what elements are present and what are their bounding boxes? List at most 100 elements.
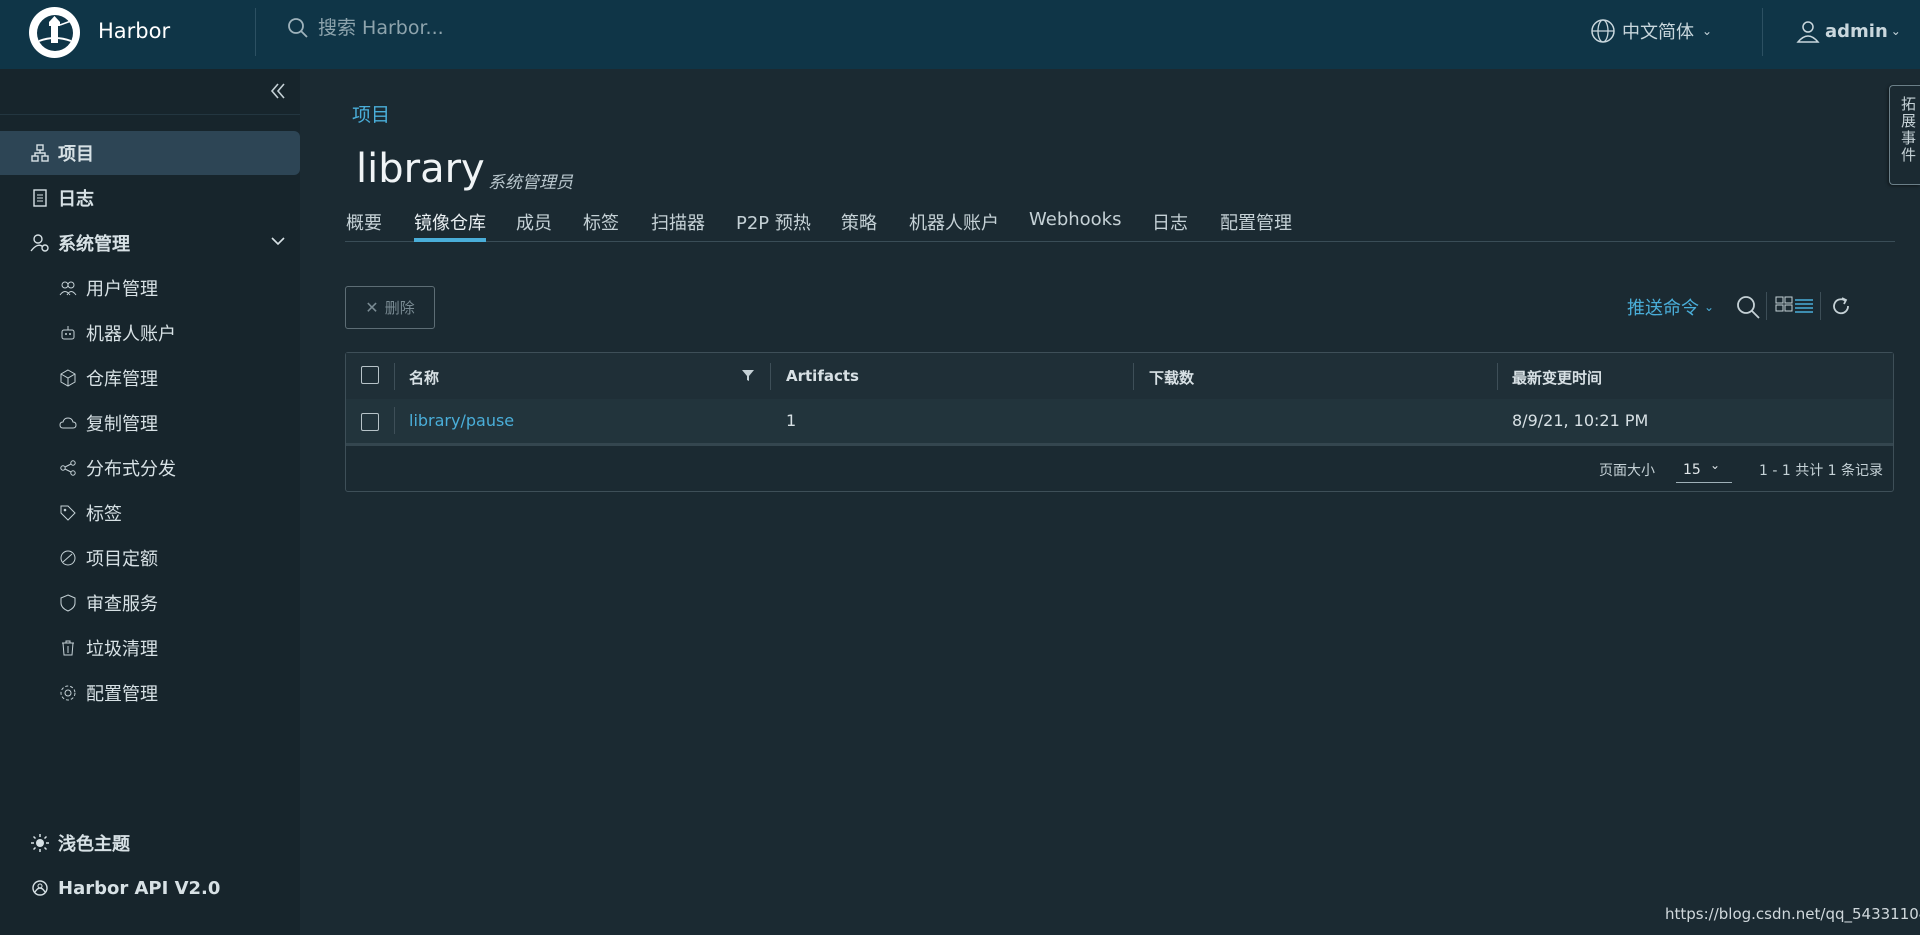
- row-checkbox[interactable]: [361, 413, 379, 431]
- search-input[interactable]: [316, 16, 620, 40]
- tab-summary[interactable]: 概要: [346, 209, 382, 235]
- sidebar-item-users[interactable]: 用户管理: [0, 266, 300, 310]
- breadcrumb[interactable]: 项目: [352, 100, 390, 127]
- chevron-down-icon: [270, 233, 286, 254]
- sidebar-item-registries[interactable]: 仓库管理: [0, 356, 300, 400]
- username: admin: [1825, 20, 1888, 42]
- user-icon: [1796, 21, 1820, 43]
- side-drawer-label: 拓展事件: [1899, 96, 1917, 164]
- shield-icon: [58, 593, 78, 613]
- sidebar-item-label: 标签: [86, 504, 122, 525]
- tab-logs[interactable]: 日志: [1152, 209, 1188, 235]
- delete-button[interactable]: ✕ 删除: [345, 286, 435, 329]
- trash-icon: [58, 638, 78, 658]
- registry-icon: [58, 368, 78, 388]
- pagination-summary: 1 - 1 共计 1 条记录: [1759, 463, 1884, 479]
- card-view-icon[interactable]: [1775, 296, 1793, 316]
- sidebar-item-admin[interactable]: 系统管理: [0, 221, 300, 265]
- language-label: 中文简体: [1622, 22, 1694, 43]
- select-all-checkbox[interactable]: [361, 366, 379, 384]
- sidebar-item-distributions[interactable]: 分布式分发: [0, 446, 300, 490]
- api-explorer-link[interactable]: Harbor API V2.0: [0, 866, 300, 910]
- column-header-updated[interactable]: 最新变更时间: [1512, 367, 1602, 388]
- role-label: 系统管理员: [488, 173, 573, 193]
- sidebar-item-label: 配置管理: [86, 684, 158, 705]
- tab-p2p-preheat[interactable]: P2P 预热: [736, 209, 811, 235]
- sidebar-item-garbage-collection[interactable]: 垃圾清理: [0, 626, 300, 670]
- tab-robot-accounts[interactable]: 机器人账户: [909, 209, 999, 235]
- search-icon[interactable]: [1735, 294, 1761, 324]
- api-icon: [30, 878, 50, 898]
- admin-icon: [30, 233, 50, 253]
- gear-icon: [58, 683, 78, 703]
- sidebar-divider: [0, 114, 300, 115]
- sidebar-item-quotas[interactable]: 项目定额: [0, 536, 300, 580]
- sidebar-item-configuration[interactable]: 配置管理: [0, 671, 300, 715]
- tag-icon: [58, 503, 78, 523]
- page-size-select[interactable]: 15 ⌄: [1676, 456, 1732, 483]
- filter-icon[interactable]: [741, 367, 755, 386]
- sidebar-item-label: 机器人账户: [86, 324, 176, 345]
- repositories-table: 名称 Artifacts 下载数 最新变更时间 library/pause 1 …: [345, 352, 1894, 492]
- tab-members[interactable]: 成员: [516, 209, 552, 235]
- replication-icon: [58, 413, 78, 433]
- tab-configuration[interactable]: 配置管理: [1220, 209, 1292, 235]
- collapse-sidebar-button[interactable]: [268, 81, 288, 105]
- sidebar-item-labels[interactable]: 标签: [0, 491, 300, 535]
- logs-icon: [30, 188, 50, 208]
- language-selector[interactable]: 中文简体 ⌄: [1590, 18, 1712, 44]
- user-menu[interactable]: admin ⌄: [1795, 18, 1901, 44]
- column-divider: [394, 407, 395, 434]
- toolbar-divider: [1766, 292, 1767, 320]
- tab-repositories[interactable]: 镜像仓库: [414, 209, 486, 242]
- list-view-icon[interactable]: [1795, 298, 1813, 317]
- sidebar: 项目 日志 系统管理 用户管理 机器人账户 仓库管理 复制管理 分布式分发 标签…: [0, 69, 300, 935]
- sidebar-item-label: 项目定额: [86, 549, 158, 570]
- column-header-artifacts[interactable]: Artifacts: [786, 367, 859, 385]
- chevron-down-icon: ⌄: [1890, 24, 1901, 38]
- table-row[interactable]: library/pause 1 8/9/21, 10:21 PM: [346, 399, 1893, 446]
- sidebar-item-label: 垃圾清理: [86, 639, 158, 660]
- tab-labels[interactable]: 标签: [583, 209, 619, 235]
- robot-icon: [58, 323, 78, 343]
- harbor-logo[interactable]: [29, 7, 80, 58]
- sidebar-item-label: 仓库管理: [86, 369, 158, 390]
- delete-label: 删除: [384, 299, 415, 317]
- tab-webhooks[interactable]: Webhooks: [1029, 209, 1121, 230]
- sun-icon: [30, 833, 50, 853]
- tab-scanner[interactable]: 扫描器: [651, 209, 705, 235]
- sidebar-item-label: 用户管理: [86, 279, 158, 300]
- push-command-dropdown[interactable]: 推送命令 ⌄: [1627, 294, 1714, 320]
- api-explorer-label: Harbor API V2.0: [58, 877, 221, 899]
- watermark: https://blog.csdn.net/qq_54331104: [1665, 905, 1920, 923]
- sidebar-item-label: 分布式分发: [86, 459, 176, 480]
- side-drawer-tab[interactable]: 拓展事件: [1889, 85, 1920, 185]
- search-box[interactable]: [286, 16, 620, 40]
- page-title: library: [356, 146, 485, 192]
- top-header: Harbor 中文简体 ⌄ admin ⌄: [0, 0, 1920, 69]
- sidebar-item-robot-accounts[interactable]: 机器人账户: [0, 311, 300, 355]
- column-divider: [1497, 363, 1498, 390]
- sidebar-item-interrogation-services[interactable]: 审查服务: [0, 581, 300, 625]
- column-header-downloads[interactable]: 下载数: [1149, 367, 1194, 388]
- users-icon: [58, 278, 78, 298]
- toolbar-divider: [1820, 292, 1821, 320]
- tab-policy[interactable]: 策略: [841, 209, 877, 235]
- updated-time: 8/9/21, 10:21 PM: [1512, 411, 1649, 430]
- theme-toggle[interactable]: 浅色主题: [0, 821, 300, 865]
- sidebar-item-label: 项目: [58, 144, 94, 165]
- globe-icon: [1591, 19, 1615, 43]
- chevron-down-icon: ⌄: [1704, 300, 1715, 314]
- sidebar-item-projects[interactable]: 项目: [0, 131, 300, 175]
- sidebar-item-replications[interactable]: 复制管理: [0, 401, 300, 445]
- close-icon: ✕: [365, 298, 379, 317]
- column-divider: [394, 363, 395, 390]
- refresh-icon[interactable]: [1829, 294, 1853, 322]
- column-header-name[interactable]: 名称: [409, 367, 439, 388]
- theme-toggle-label: 浅色主题: [58, 834, 130, 855]
- sidebar-item-logs[interactable]: 日志: [0, 176, 300, 220]
- repository-name-link[interactable]: library/pause: [409, 411, 514, 430]
- sidebar-item-label: 复制管理: [86, 414, 158, 435]
- sidebar-item-label: 日志: [58, 189, 94, 210]
- chevron-down-icon: ⌄: [1710, 458, 1721, 472]
